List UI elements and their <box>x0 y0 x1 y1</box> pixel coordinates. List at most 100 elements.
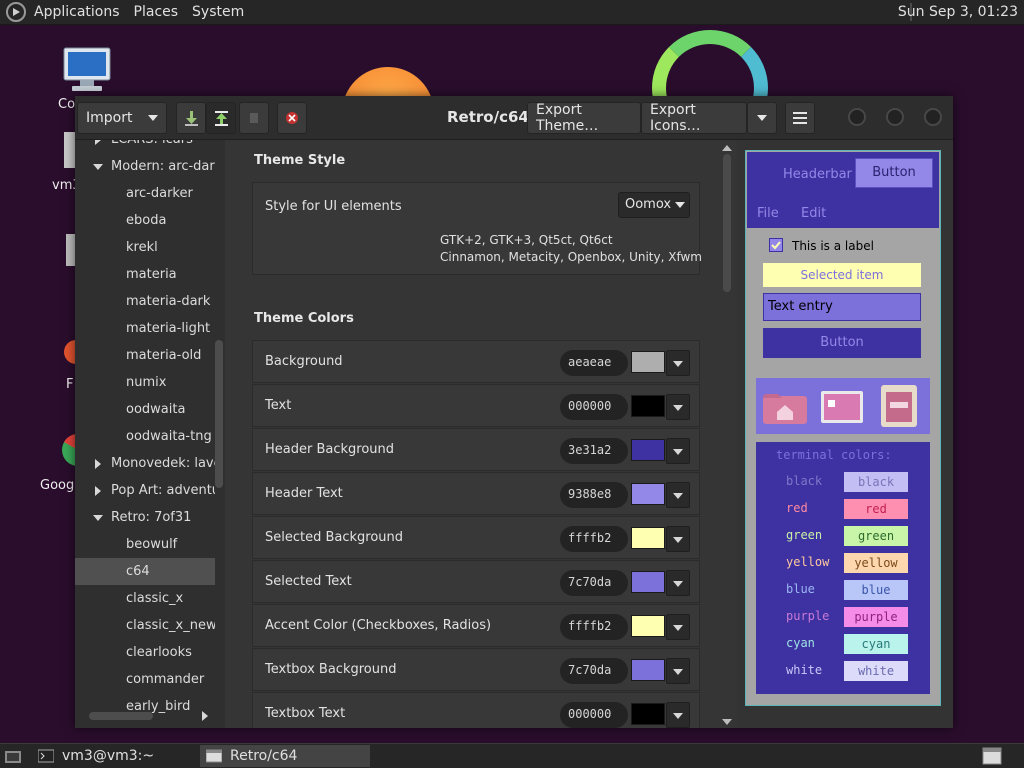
chrome-icon[interactable] <box>62 430 76 472</box>
color-swatch-button[interactable] <box>631 351 665 373</box>
expander-open-icon[interactable] <box>93 515 103 521</box>
taskbar-task-oomox[interactable]: Retro/c64 <box>200 745 370 767</box>
install-theme-button[interactable] <box>176 102 206 134</box>
preview-selected-item[interactable]: Selected item <box>763 263 921 287</box>
hex-input[interactable]: 9388e8 <box>560 482 628 508</box>
export-icons-button[interactable]: Export Icons… <box>641 102 747 134</box>
clock[interactable]: Sun Sep 3, 01:23 <box>898 4 1018 20</box>
tree-preset-item[interactable]: commander <box>75 666 215 693</box>
preview-menu-file[interactable]: File <box>757 206 779 221</box>
hex-input[interactable]: ffffb2 <box>560 526 628 552</box>
tree-preset-item[interactable]: materia-light <box>75 315 215 342</box>
expander-closed-icon[interactable] <box>95 140 101 145</box>
color-swatch-button[interactable] <box>631 615 665 637</box>
menu-places[interactable]: Places <box>134 4 179 20</box>
computer-icon[interactable] <box>62 46 114 94</box>
color-options-dropdown[interactable] <box>666 526 690 552</box>
hex-input[interactable]: aeaeae <box>560 350 628 376</box>
color-swatch-button[interactable] <box>631 571 665 593</box>
tree-preset-item[interactable]: oodwaita-tng <box>75 423 215 450</box>
close-button[interactable] <box>924 108 942 126</box>
scroll-up-icon[interactable] <box>722 144 732 152</box>
tree-preset-item[interactable]: arc-darker <box>75 180 215 207</box>
export-theme-button[interactable]: Export Theme… <box>527 102 641 134</box>
install-icons-button[interactable] <box>206 102 236 134</box>
maximize-button[interactable] <box>886 108 904 126</box>
workspace-switcher-icon[interactable] <box>982 747 1002 765</box>
expander-open-icon[interactable] <box>93 164 103 170</box>
import-button[interactable]: Import <box>77 102 167 134</box>
hex-input[interactable]: 7c70da <box>560 658 628 684</box>
show-desktop-icon[interactable] <box>4 749 22 765</box>
minimize-button[interactable] <box>848 108 866 126</box>
tree-preset-item[interactable]: materia <box>75 261 215 288</box>
color-swatch-button[interactable] <box>631 483 665 505</box>
hex-input[interactable]: 000000 <box>560 394 628 420</box>
color-swatch-button[interactable] <box>631 703 665 725</box>
tree-preset-item[interactable]: materia-old <box>75 342 215 369</box>
expander-closed-icon[interactable] <box>95 486 101 496</box>
tree-preset-item[interactable]: classic_x_new <box>75 612 215 639</box>
terminal-bg-sample: purple <box>844 607 908 627</box>
main-menu-button[interactable] <box>785 102 815 134</box>
export-menu-button[interactable] <box>747 102 777 134</box>
stop-button[interactable] <box>239 102 269 134</box>
hex-input[interactable]: 7c70da <box>560 570 628 596</box>
taskbar-task-terminal[interactable]: vm3@vm3:~ <box>32 745 202 767</box>
scroll-right-icon[interactable] <box>201 711 209 721</box>
hex-input[interactable]: ffffb2 <box>560 614 628 640</box>
preview-header-button[interactable]: Button <box>855 158 933 188</box>
color-options-dropdown[interactable] <box>666 614 690 640</box>
color-options-dropdown[interactable] <box>666 658 690 684</box>
settings-scrollbar[interactable] <box>722 144 732 728</box>
preview-checkbox[interactable] <box>769 238 783 252</box>
tree-preset-item[interactable]: materia-dark <box>75 288 215 315</box>
tree-preset-item[interactable]: eboda <box>75 207 215 234</box>
tree-preset-item[interactable]: clearlooks <box>75 639 215 666</box>
color-swatch-button[interactable] <box>631 439 665 461</box>
tree-preset-item[interactable]: classic_x <box>75 585 215 612</box>
settings-scrollbar-thumb[interactable] <box>723 154 731 292</box>
home-folder-icon <box>763 394 807 424</box>
distro-logo-icon[interactable] <box>6 2 26 22</box>
sidebar-hscrollbar-thumb[interactable] <box>89 712 153 720</box>
color-swatch-button[interactable] <box>631 395 665 417</box>
hex-input[interactable]: 000000 <box>560 702 628 728</box>
preview-menu-edit[interactable]: Edit <box>801 206 826 221</box>
menu-system[interactable]: System <box>192 4 244 20</box>
tree-preset-item[interactable]: krekl <box>75 234 215 261</box>
style-ui-label: Style for UI elements <box>265 199 402 214</box>
tree-preset-item[interactable]: numix <box>75 369 215 396</box>
tree-preset-item[interactable]: beowulf <box>75 531 215 558</box>
hex-input[interactable]: 3e31a2 <box>560 438 628 464</box>
color-swatch-button[interactable] <box>631 527 665 549</box>
sidebar-scrollbar-thumb[interactable] <box>215 340 223 488</box>
tree-item-label: eboda <box>126 213 167 228</box>
tree-group-item[interactable]: Modern: arc-dark <box>75 153 215 180</box>
export-theme-label: Export Theme… <box>536 102 599 134</box>
expander-closed-icon[interactable] <box>95 459 101 469</box>
color-options-dropdown[interactable] <box>666 702 690 728</box>
sidebar-scrollbar[interactable] <box>215 140 225 728</box>
tree-group-item[interactable]: Monovedek: lave <box>75 450 215 477</box>
tree-group-item[interactable]: LCARS: lcars <box>75 140 215 153</box>
tree-group-item[interactable]: Retro: 7of31 <box>75 504 215 531</box>
remove-button[interactable] <box>277 102 307 134</box>
sidebar-hscrollbar[interactable] <box>75 710 215 722</box>
preview-text-entry[interactable]: Text entry <box>763 293 921 321</box>
style-dropdown[interactable]: Oomox <box>618 192 690 218</box>
tree-group-item[interactable]: Pop Art: adventu <box>75 477 215 504</box>
color-options-dropdown[interactable] <box>666 482 690 508</box>
scroll-down-icon[interactable] <box>722 718 732 726</box>
color-options-dropdown[interactable] <box>666 350 690 376</box>
color-options-dropdown[interactable] <box>666 570 690 596</box>
style-description-line2: Cinnamon, Metacity, Openbox, Unity, Xfwm <box>440 250 702 264</box>
tree-preset-item[interactable]: c64 <box>75 558 215 585</box>
color-options-dropdown[interactable] <box>666 438 690 464</box>
preview-button[interactable]: Button <box>763 328 921 358</box>
preview-selected-label: Selected item <box>800 268 884 282</box>
color-swatch-button[interactable] <box>631 659 665 681</box>
color-options-dropdown[interactable] <box>666 394 690 420</box>
menu-applications[interactable]: Applications <box>34 4 120 20</box>
tree-preset-item[interactable]: oodwaita <box>75 396 215 423</box>
